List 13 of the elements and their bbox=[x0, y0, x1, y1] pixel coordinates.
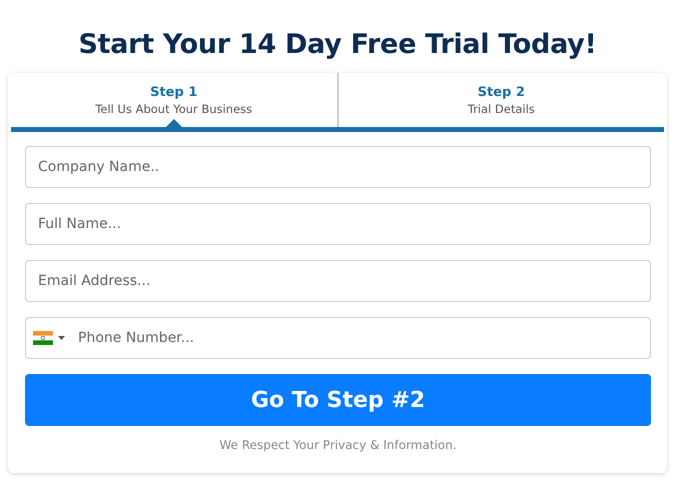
input-field[interactable]: Company Name.. bbox=[25, 146, 651, 188]
step-tab[interactable]: Step 2 Trial Details bbox=[336, 73, 664, 127]
flag-icon bbox=[33, 331, 53, 345]
country-flag-dropdown[interactable] bbox=[33, 331, 65, 345]
step-tab[interactable]: Step 1 Tell Us About Your Business bbox=[11, 73, 336, 127]
input-field[interactable]: Full Name... bbox=[25, 203, 651, 245]
phone-field[interactable]: Phone Number... bbox=[25, 317, 651, 359]
privacy-note: We Respect Your Privacy & Information. bbox=[218, 438, 458, 452]
caret-icon bbox=[58, 336, 65, 340]
page-title: Start Your 14 Day Free Trial Today! bbox=[78, 28, 598, 62]
pointer-icon bbox=[166, 119, 182, 127]
next-step-button[interactable]: Go To Step #2 bbox=[25, 374, 651, 426]
input-field[interactable]: Email Address... bbox=[25, 260, 651, 302]
